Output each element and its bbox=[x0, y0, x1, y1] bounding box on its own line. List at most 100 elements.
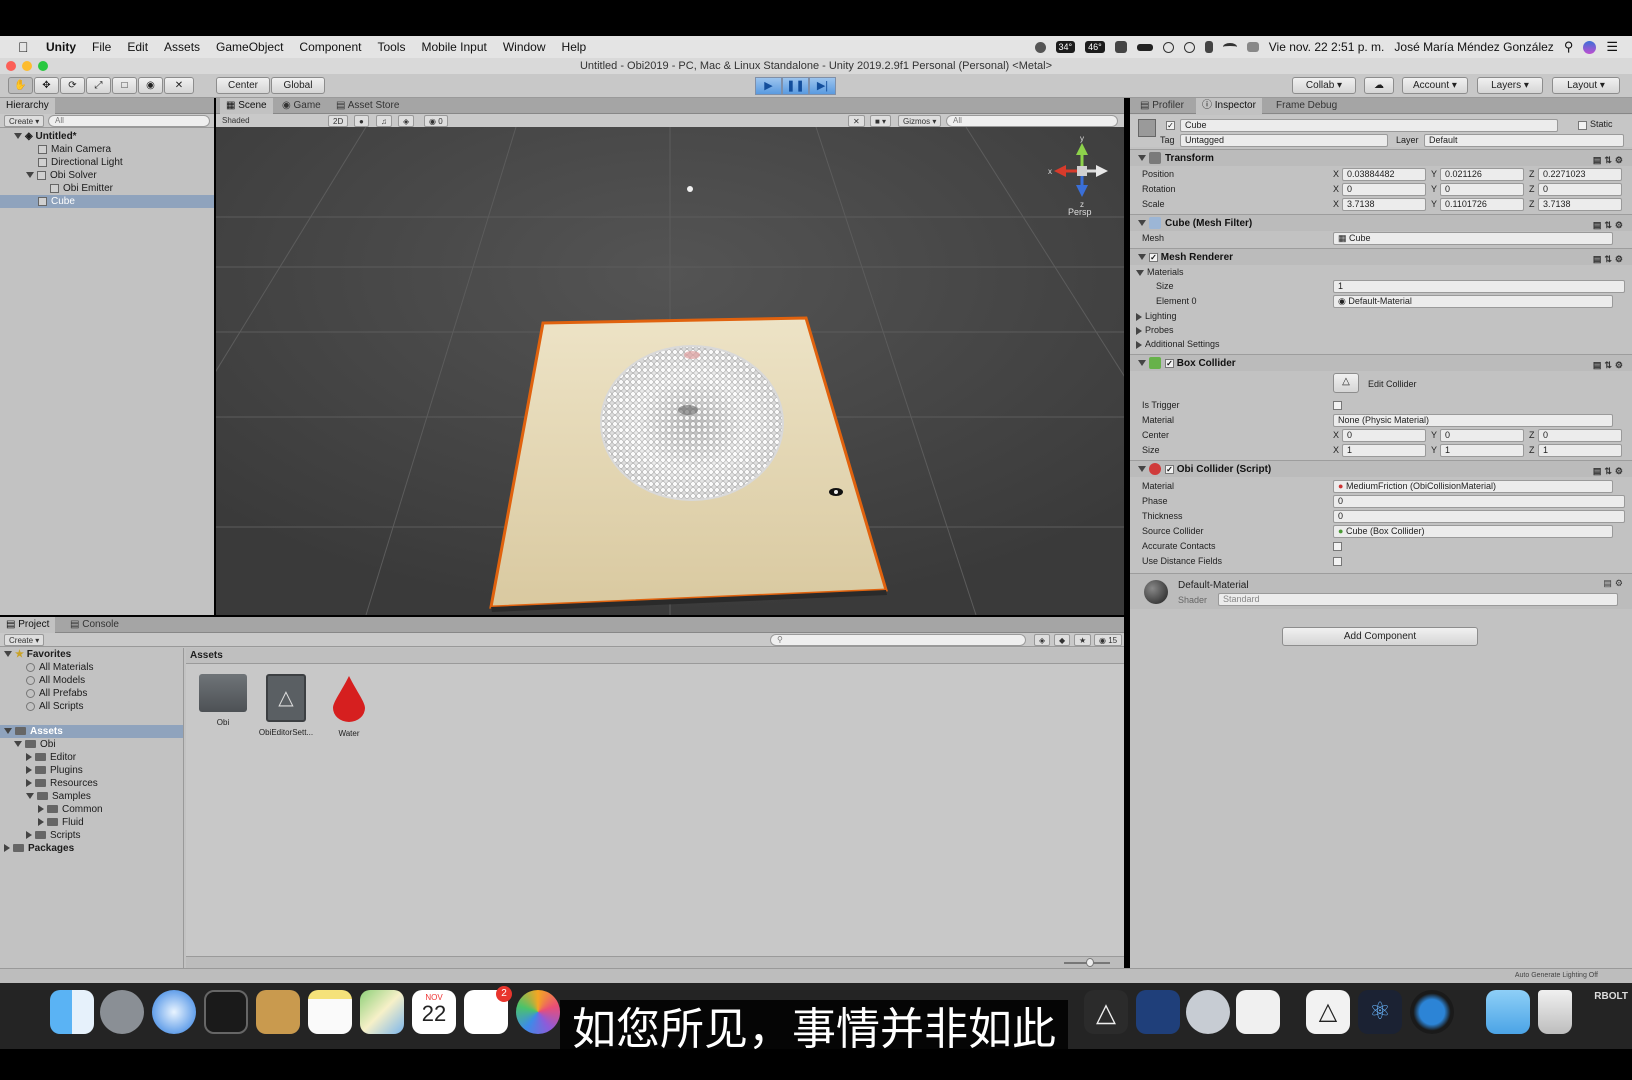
zoom-slider-thumb[interactable] bbox=[1086, 958, 1094, 967]
box-collider-header[interactable]: Box Collider ▤⇅⚙ bbox=[1130, 354, 1632, 371]
network-utility-icon[interactable] bbox=[1186, 990, 1230, 1034]
menu-window[interactable]: Window bbox=[503, 40, 546, 54]
audio-toggle-icon[interactable]: ♫ bbox=[376, 115, 392, 127]
scene-search-input[interactable]: All bbox=[946, 115, 1118, 127]
expand-triangle-icon[interactable] bbox=[1138, 254, 1146, 261]
asset-breadcrumb[interactable]: Assets bbox=[186, 648, 1124, 664]
pause-button[interactable]: ❚❚ bbox=[782, 77, 809, 95]
tree-folder-common[interactable]: Common bbox=[0, 803, 183, 816]
play-button[interactable]: ▶ bbox=[755, 77, 782, 95]
trash-icon[interactable] bbox=[1538, 990, 1572, 1034]
add-component-button[interactable]: Add Component bbox=[1282, 627, 1478, 646]
lighting-toggle-icon[interactable]: ● bbox=[354, 115, 369, 127]
collapsed-triangle-icon[interactable] bbox=[1136, 326, 1142, 335]
reminders-icon[interactable]: 2 bbox=[464, 986, 512, 1034]
camera-settings-icon[interactable]: ■ ▾ bbox=[870, 115, 892, 127]
tools-toggle-icon[interactable]: ✕ bbox=[848, 115, 865, 127]
accurate-contacts-checkbox[interactable] bbox=[1333, 542, 1342, 551]
tree-folder-obi[interactable]: Obi bbox=[0, 738, 183, 751]
lighting-foldout[interactable]: Lighting bbox=[1130, 309, 1632, 324]
zoom-window-button[interactable] bbox=[38, 61, 48, 71]
launchpad-icon[interactable] bbox=[100, 990, 144, 1034]
menu-file[interactable]: File bbox=[92, 40, 111, 54]
hidden-packages-toggle[interactable]: ◉ 15 bbox=[1094, 634, 1123, 646]
rect-tool-button[interactable]: □ bbox=[112, 77, 137, 94]
rotation-y-field[interactable]: 0 bbox=[1440, 183, 1524, 196]
asset-scrollbar[interactable] bbox=[186, 956, 1124, 968]
menubar-user[interactable]: José María Méndez González bbox=[1394, 40, 1553, 54]
expand-triangle-icon[interactable] bbox=[4, 651, 12, 658]
notification-center-icon[interactable]: ☰ bbox=[1606, 39, 1618, 55]
position-y-field[interactable]: 0.021126 bbox=[1440, 168, 1524, 181]
mesh-renderer-header[interactable]: Mesh Renderer▤⇅⚙ bbox=[1130, 248, 1632, 265]
size-y-field[interactable]: 1 bbox=[1440, 444, 1524, 457]
scale-y-field[interactable]: 0.1101726 bbox=[1440, 198, 1524, 211]
shader-dropdown[interactable]: Standard bbox=[1218, 593, 1618, 606]
menu-help[interactable]: Help bbox=[562, 40, 587, 54]
scene-root-row[interactable]: ◈ Untitled* bbox=[0, 130, 214, 143]
obi-material-field[interactable]: ● MediumFriction (ObiCollisionMaterial) bbox=[1333, 480, 1613, 493]
collab-dropdown[interactable]: Collab ▾ bbox=[1292, 77, 1356, 94]
notes-icon[interactable] bbox=[308, 990, 352, 1034]
object-active-checkbox[interactable] bbox=[1166, 121, 1175, 130]
rotation-z-field[interactable]: 0 bbox=[1538, 183, 1622, 196]
gizmos-dropdown[interactable]: Gizmos ▾ bbox=[898, 115, 942, 127]
hierarchy-item-obi-solver[interactable]: Obi Solver bbox=[0, 169, 214, 182]
tree-folder-plugins[interactable]: Plugins bbox=[0, 764, 183, 777]
element0-field[interactable]: ◉ Default-Material bbox=[1333, 295, 1613, 308]
hierarchy-item-cube[interactable]: Cube bbox=[0, 195, 214, 208]
status-lighting-text[interactable]: Auto Generate Lighting Off bbox=[1515, 972, 1598, 979]
collapsed-triangle-icon[interactable] bbox=[26, 779, 32, 788]
tab-hierarchy[interactable]: Hierarchy bbox=[0, 98, 55, 114]
center-y-field[interactable]: 0 bbox=[1440, 429, 1524, 442]
time-machine-icon[interactable] bbox=[1183, 41, 1195, 53]
activity-monitor-icon[interactable] bbox=[204, 990, 248, 1034]
expand-triangle-icon[interactable] bbox=[26, 172, 34, 179]
notes-app-icon[interactable] bbox=[256, 990, 300, 1034]
tab-project[interactable]: ▤ Project bbox=[0, 617, 56, 633]
gizmo-center-cube[interactable] bbox=[1077, 166, 1087, 176]
cpu-temp[interactable]: 34° bbox=[1055, 41, 1076, 53]
obi-collider-header[interactable]: Obi Collider (Script) ▤⇅⚙ bbox=[1130, 460, 1632, 477]
scene-viewport[interactable]: y x z Persp bbox=[216, 127, 1124, 615]
mesh-field[interactable]: ▦ Cube bbox=[1333, 232, 1613, 245]
component-menu-icons[interactable]: ▤⇅⚙ bbox=[1593, 357, 1626, 374]
gpu-temp[interactable]: 46° bbox=[1085, 41, 1105, 53]
rotate-tool-button[interactable]: ⟳ bbox=[60, 77, 85, 94]
phase-field[interactable]: 0 bbox=[1333, 495, 1625, 508]
asset-obi-folder[interactable]: Obi bbox=[198, 674, 248, 727]
collapsed-triangle-icon[interactable] bbox=[1136, 340, 1142, 349]
scale-z-field[interactable]: 3.7138 bbox=[1538, 198, 1622, 211]
fav-all-materials[interactable]: All Materials bbox=[0, 661, 183, 674]
tree-folder-resources[interactable]: Resources bbox=[0, 777, 183, 790]
fav-all-scripts[interactable]: All Scripts bbox=[0, 700, 183, 713]
expand-triangle-icon[interactable] bbox=[26, 793, 34, 800]
quicktime-icon[interactable] bbox=[1410, 990, 1454, 1034]
layout-dropdown[interactable]: Layout ▾ bbox=[1552, 77, 1620, 94]
mesh-renderer-enabled-checkbox[interactable] bbox=[1149, 252, 1158, 262]
menu-assets[interactable]: Assets bbox=[164, 40, 200, 54]
menubar-datetime[interactable]: Vie nov. 22 2:51 p. m. bbox=[1269, 40, 1385, 54]
collapsed-triangle-icon[interactable] bbox=[4, 844, 10, 853]
hierarchy-search-input[interactable]: All bbox=[48, 115, 210, 127]
menu-tools[interactable]: Tools bbox=[377, 40, 405, 54]
component-menu-icons[interactable]: ▤⇅⚙ bbox=[1593, 463, 1626, 480]
emitter-gizmo[interactable] bbox=[684, 351, 700, 359]
sync-icon[interactable] bbox=[1162, 41, 1174, 53]
materials-foldout[interactable]: Materials bbox=[1130, 265, 1632, 280]
hierarchy-item-directional-light[interactable]: Directional Light bbox=[0, 156, 214, 169]
scale-x-field[interactable]: 3.7138 bbox=[1342, 198, 1426, 211]
transform-header[interactable]: Transform ▤⇅⚙ bbox=[1130, 149, 1632, 166]
size-z-field[interactable]: 1 bbox=[1538, 444, 1622, 457]
siri-icon[interactable] bbox=[1583, 40, 1597, 54]
menu-gameobject[interactable]: GameObject bbox=[216, 40, 283, 54]
expand-triangle-icon[interactable] bbox=[1138, 220, 1146, 227]
xcode-instruments-icon[interactable] bbox=[1136, 990, 1180, 1034]
probes-foldout[interactable]: Probes bbox=[1130, 323, 1632, 338]
unity-status-icon[interactable] bbox=[1114, 41, 1127, 53]
tree-folder-scripts[interactable]: Scripts bbox=[0, 829, 183, 842]
tab-profiler[interactable]: ▤ Profiler bbox=[1134, 98, 1190, 114]
bluetooth-icon[interactable] bbox=[1204, 41, 1213, 53]
static-checkbox[interactable] bbox=[1578, 121, 1587, 130]
search-by-label-icon[interactable]: ◆ bbox=[1054, 634, 1071, 646]
